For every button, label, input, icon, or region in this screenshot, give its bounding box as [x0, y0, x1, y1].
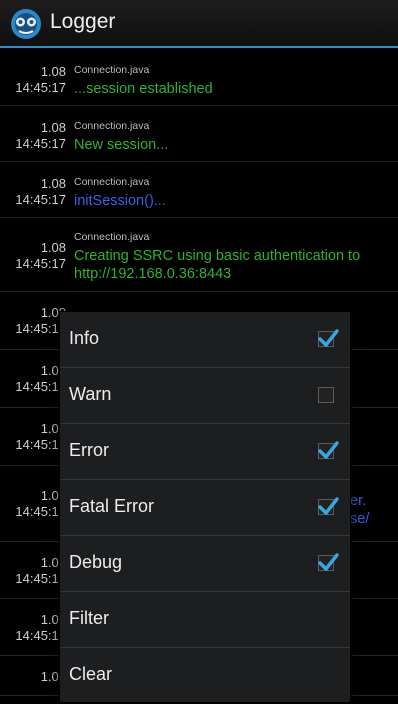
log-date: 1.08 — [40, 240, 66, 255]
log-timestamp: 1.08 14:45:17 — [0, 64, 66, 96]
menu-item-info[interactable]: Info — [60, 312, 350, 368]
log-message: initSession()... — [74, 193, 166, 209]
log-date: 1.08 — [40, 669, 66, 684]
log-time: 14:45:17 — [15, 256, 66, 271]
log-date: 1.08 — [40, 555, 66, 570]
log-timestamp: 1.08 14:45:17 — [0, 612, 66, 644]
menu-item-label: Clear — [69, 664, 113, 684]
log-level-menu: Info Warn Error Fatal Error Debug Filter… — [59, 311, 351, 703]
menu-item-warn[interactable]: Warn — [60, 368, 350, 424]
log-message-fragment: er. — [350, 493, 367, 509]
warn-checkbox[interactable] — [318, 387, 334, 403]
error-checkbox[interactable] — [318, 441, 339, 459]
log-message-fragment: se/ — [350, 511, 370, 527]
log-date: 1.08 — [40, 421, 66, 436]
log-date: 1.08 — [40, 305, 66, 320]
menu-item-debug[interactable]: Debug — [60, 536, 350, 592]
menu-item-error[interactable]: Error — [60, 424, 350, 480]
log-entry[interactable]: 1.08 14:45:17 Connection.java Creating S… — [0, 218, 398, 292]
log-date: 1.08 — [40, 64, 66, 79]
menu-item-label: Info — [69, 328, 100, 348]
log-time: 14:45:17 — [15, 379, 66, 394]
log-source: Connection.java — [74, 120, 150, 132]
checkmark-icon — [318, 329, 339, 347]
menu-item-label: Filter — [69, 608, 109, 628]
menu-item-label: Fatal Error — [69, 496, 155, 516]
menu-item-label: Debug — [69, 552, 123, 572]
log-date: 1.08 — [40, 363, 66, 378]
menu-item-label: Warn — [69, 384, 112, 404]
checkmark-icon — [318, 497, 339, 515]
log-time: 14:45:17 — [15, 437, 66, 452]
log-timestamp: 1.08 14:45:17 — [0, 488, 66, 520]
action-bar: Logger — [0, 0, 398, 48]
checkmark-icon — [318, 441, 339, 459]
log-message: New session... — [74, 137, 169, 153]
log-time: 14:45:17 — [15, 504, 66, 519]
log-date: 1.08 — [40, 176, 66, 191]
log-source: Connection.java — [74, 176, 150, 188]
checkmark-icon — [318, 553, 339, 571]
log-timestamp: 1.08 14:45:17 — [0, 305, 66, 337]
menu-item-filter[interactable]: Filter — [60, 592, 350, 648]
log-time: 14:45:17 — [15, 628, 66, 643]
log-date: 1.08 — [40, 612, 66, 627]
log-entry[interactable]: 1.08 14:45:17 Connection.java New sessio… — [0, 106, 398, 162]
log-time: 14:45:17 — [15, 192, 66, 207]
app-title: Logger — [50, 10, 116, 33]
fatal-error-checkbox[interactable] — [318, 497, 339, 515]
info-checkbox[interactable] — [318, 329, 339, 347]
log-source: Connection.java — [74, 231, 150, 243]
log-timestamp: 1.08 14:45:17 — [0, 555, 66, 587]
log-time: 14:45:17 — [15, 136, 66, 151]
menu-item-fatal-error[interactable]: Fatal Error — [60, 480, 350, 536]
log-entry[interactable]: 1.08 14:45:17 Connection.java ...session… — [0, 50, 398, 106]
log-source: Connection.java — [74, 64, 150, 76]
log-timestamp: 1.08 14:45:17 — [0, 120, 66, 152]
log-timestamp: 1.08 — [0, 669, 66, 685]
log-time: 14:45:17 — [15, 571, 66, 586]
logger-app-icon[interactable] — [8, 7, 44, 41]
log-date: 1.08 — [40, 488, 66, 503]
menu-item-clear[interactable]: Clear — [60, 648, 350, 704]
log-date: 1.08 — [40, 120, 66, 135]
log-message: Creating SSRC using basic authentication… — [74, 248, 361, 282]
log-entry[interactable]: 1.08 14:45:17 Connection.java initSessio… — [0, 162, 398, 218]
log-time: 14:45:17 — [15, 80, 66, 95]
log-timestamp: 1.08 14:45:17 — [0, 363, 66, 395]
debug-checkbox[interactable] — [318, 553, 339, 571]
log-time: 14:45:17 — [15, 321, 66, 336]
log-message: ...session established — [74, 81, 213, 97]
log-timestamp: 1.08 14:45:17 — [0, 421, 66, 453]
menu-item-label: Error — [69, 440, 109, 460]
log-timestamp: 1.08 14:45:17 — [0, 176, 66, 208]
log-timestamp: 1.08 14:45:17 — [0, 240, 66, 272]
